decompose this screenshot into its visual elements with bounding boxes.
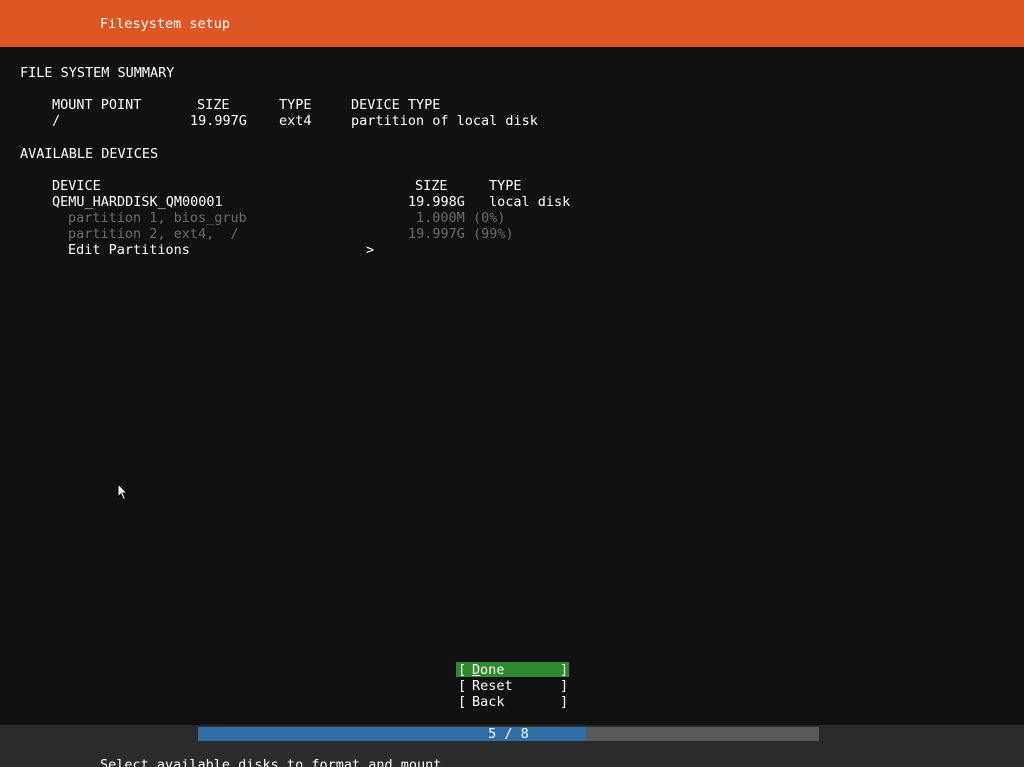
type-value: ext4 [279, 113, 312, 129]
reset-button-label[interactable]: Reset [472, 678, 513, 694]
done-button-close: ] [560, 662, 569, 678]
back-button-close: ] [560, 694, 569, 710]
mount-point-value: / [52, 113, 61, 129]
col-device: DEVICE [52, 178, 101, 194]
reset-button-close: ] [560, 678, 569, 694]
col-device-size: SIZE [415, 178, 448, 194]
done-button-accelerator: D [472, 662, 481, 678]
partition-label: partition 1, bios_grub [68, 210, 247, 226]
size-value: 19.997G [190, 113, 247, 129]
disk-name[interactable]: QEMU_HARDDISK_QM00001 [52, 194, 223, 210]
progress-text: 5 / 8 [488, 726, 529, 742]
partition-size: 1.000M [416, 210, 465, 226]
col-device-type-header: TYPE [489, 178, 522, 194]
partition-label: partition 2, ext4, / [68, 226, 239, 242]
title-bar: Filesystem setup [0, 0, 1024, 47]
done-button-label: one [480, 662, 505, 678]
done-button[interactable]: [ D one ] [456, 662, 569, 678]
chevron-right-icon[interactable]: > [366, 242, 374, 258]
summary-heading: FILE SYSTEM SUMMARY [20, 65, 175, 81]
devices-heading: AVAILABLE DEVICES [20, 146, 159, 162]
progress-bar: 5 / 8 [198, 726, 819, 742]
back-button-label[interactable]: Back [472, 694, 505, 710]
col-mount-point: MOUNT POINT [52, 97, 142, 113]
partition-size: 19.997G [408, 226, 465, 242]
col-size: SIZE [197, 97, 230, 113]
col-type: TYPE [279, 97, 312, 113]
col-device-type: DEVICE TYPE [351, 97, 441, 113]
edit-partitions-label[interactable]: Edit Partitions [68, 242, 190, 258]
partition-percent: (0%) [473, 210, 506, 226]
mouse-cursor-icon [117, 483, 129, 501]
disk-type: local disk [489, 194, 571, 210]
partition-percent: (99%) [473, 226, 514, 242]
page-title: Filesystem setup [100, 16, 231, 32]
status-text: Select available disks to format and mou… [100, 757, 442, 767]
disk-size: 19.998G [408, 194, 465, 210]
device-type-value: partition of local disk [351, 113, 538, 129]
